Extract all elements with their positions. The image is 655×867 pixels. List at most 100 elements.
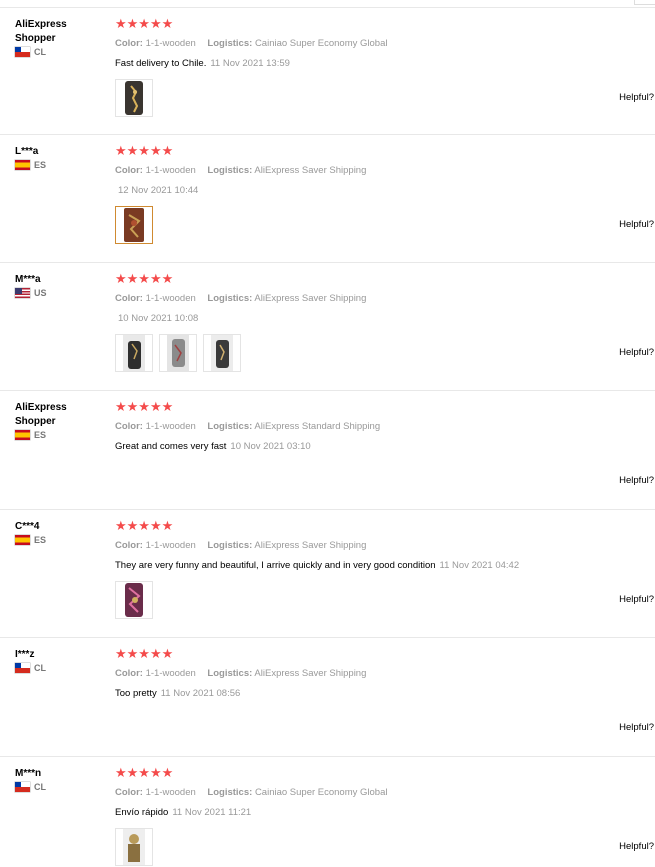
product-photo-icon: [125, 583, 143, 617]
review-text: Too pretty 11 Nov 2021 08:56: [115, 688, 366, 699]
color-label: Color:: [115, 165, 143, 176]
review-images: [115, 79, 387, 117]
review-item: I***z CL ★★★★★ Color: 1-1-wooden Logisti…: [0, 638, 655, 757]
review-meta: Color: 1-1-wooden Logistics: Cainiao Sup…: [115, 787, 387, 798]
review-body: Envío rápido: [115, 807, 169, 818]
review-body: Too pretty: [115, 688, 157, 699]
logistics-value: AliExpress Standard Shipping: [254, 421, 381, 432]
reviewer-country: CL: [15, 663, 100, 673]
reviewer-info: AliExpress Shopper CL: [15, 18, 100, 57]
reviewer-country: CL: [15, 782, 100, 792]
logistics-value: AliExpress Saver Shipping: [254, 293, 367, 304]
helpful-button[interactable]: Helpful?: [619, 594, 654, 605]
review-content: ★★★★★ Color: 1-1-wooden Logistics: AliEx…: [115, 144, 366, 244]
review-images: [115, 334, 366, 372]
spain-flag-icon: [15, 535, 30, 545]
review-meta: Color: 1-1-wooden Logistics: AliExpress …: [115, 540, 519, 551]
reviewer-info: M***a US: [15, 273, 100, 298]
color-value: 1-1-wooden: [145, 668, 196, 679]
review-list: AliExpress Shopper CL ★★★★★ Color: 1-1-w…: [0, 8, 655, 867]
reviewer-country: ES: [15, 430, 100, 440]
review-image-thumbnail[interactable]: [115, 79, 153, 117]
product-photo-icon: [123, 335, 145, 371]
reviewer-name: L***a: [15, 146, 39, 157]
product-photo-icon: [124, 208, 144, 242]
reviewer-country: ES: [15, 160, 100, 170]
spain-flag-icon: [15, 160, 30, 170]
review-date: 10 Nov 2021 03:10: [230, 441, 311, 452]
review-image-thumbnail[interactable]: [203, 334, 241, 372]
star-rating: ★★★★★: [115, 143, 174, 158]
review-meta: Color: 1-1-wooden Logistics: AliExpress …: [115, 421, 380, 432]
review-meta: Color: 1-1-wooden Logistics: AliExpress …: [115, 165, 366, 176]
review-image-thumbnail[interactable]: [115, 206, 153, 244]
logistics-value: Cainiao Super Economy Global: [254, 38, 388, 49]
review-image-thumbnail[interactable]: [115, 334, 153, 372]
helpful-button[interactable]: Helpful?: [619, 92, 654, 103]
logistics-value: Cainiao Super Economy Global: [254, 787, 388, 798]
review-content: ★★★★★ Color: 1-1-wooden Logistics: Caini…: [115, 17, 387, 117]
star-rating: ★★★★★: [115, 765, 174, 780]
color-label: Color:: [115, 421, 143, 432]
color-label: Color:: [115, 787, 143, 798]
reviewer-info: L***a ES: [15, 145, 100, 170]
helpful-button[interactable]: Helpful?: [619, 722, 654, 733]
color-label: Color:: [115, 668, 143, 679]
logistics-value: AliExpress Saver Shipping: [254, 165, 367, 176]
review-image-thumbnail[interactable]: [115, 828, 153, 866]
reviewer-name: I***z: [15, 649, 35, 660]
review-item: AliExpress Shopper CL ★★★★★ Color: 1-1-w…: [0, 8, 655, 135]
review-image-thumbnail[interactable]: [159, 334, 197, 372]
review-images: [115, 828, 387, 866]
top-edge-control: [634, 0, 655, 5]
review-content: ★★★★★ Color: 1-1-wooden Logistics: AliEx…: [115, 647, 366, 700]
logistics-label: Logistics:: [207, 293, 253, 304]
usa-flag-icon: [15, 288, 30, 298]
color-value: 1-1-wooden: [145, 293, 196, 304]
star-rating: ★★★★★: [115, 399, 174, 414]
review-content: ★★★★★ Color: 1-1-wooden Logistics: Caini…: [115, 766, 387, 866]
chile-flag-icon: [15, 782, 30, 792]
color-label: Color:: [115, 38, 143, 49]
helpful-button[interactable]: Helpful?: [619, 219, 654, 230]
country-code: ES: [34, 160, 47, 170]
country-code: ES: [34, 430, 47, 440]
logistics-label: Logistics:: [207, 38, 253, 49]
country-code: CL: [34, 782, 46, 792]
helpful-button[interactable]: Helpful?: [619, 347, 654, 358]
review-body: Great and comes very fast: [115, 441, 227, 452]
review-text: They are very funny and beautiful, I arr…: [115, 560, 519, 571]
helpful-button[interactable]: Helpful?: [619, 475, 654, 486]
review-body: They are very funny and beautiful, I arr…: [115, 560, 436, 571]
star-rating: ★★★★★: [115, 518, 174, 533]
color-value: 1-1-wooden: [145, 787, 196, 798]
reviewer-country: CL: [15, 47, 100, 57]
logistics-label: Logistics:: [207, 165, 253, 176]
review-meta: Color: 1-1-wooden Logistics: AliExpress …: [115, 293, 366, 304]
review-image-thumbnail[interactable]: [115, 581, 153, 619]
review-images: [115, 581, 519, 619]
helpful-button[interactable]: Helpful?: [619, 841, 654, 852]
reviewer-info: C***4 ES: [15, 520, 100, 545]
review-content: ★★★★★ Color: 1-1-wooden Logistics: AliEx…: [115, 272, 366, 372]
review-images: [115, 206, 366, 244]
color-value: 1-1-wooden: [145, 540, 196, 551]
reviewer-name: C***4: [15, 521, 40, 532]
logistics-value: AliExpress Saver Shipping: [254, 540, 367, 551]
review-content: ★★★★★ Color: 1-1-wooden Logistics: AliEx…: [115, 519, 519, 619]
reviewer-name: M***n: [15, 768, 42, 779]
review-text: Envío rápido 11 Nov 2021 11:21: [115, 807, 387, 818]
country-code: CL: [34, 663, 46, 673]
color-value: 1-1-wooden: [145, 38, 196, 49]
reviewer-name: M***a: [15, 274, 41, 285]
logistics-label: Logistics:: [207, 668, 253, 679]
spain-flag-icon: [15, 430, 30, 440]
country-code: US: [34, 288, 47, 298]
reviewer-name: AliExpress Shopper: [15, 402, 67, 427]
chile-flag-icon: [15, 47, 30, 57]
color-label: Color:: [115, 293, 143, 304]
product-photo-icon: [123, 829, 145, 865]
review-date: 12 Nov 2021 10:44: [118, 185, 199, 196]
reviewer-info: I***z CL: [15, 648, 100, 673]
logistics-label: Logistics:: [207, 540, 253, 551]
